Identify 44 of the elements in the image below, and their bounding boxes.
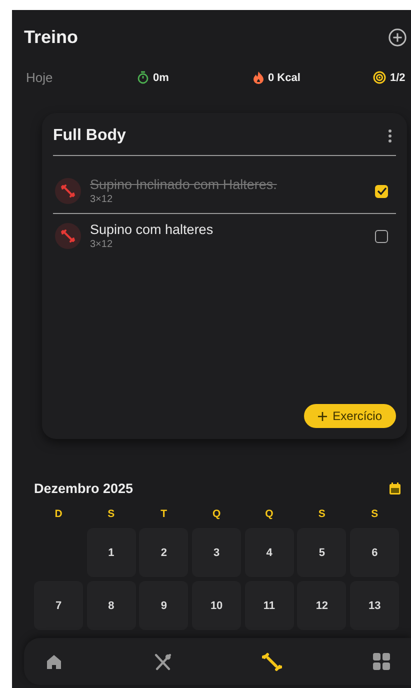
dumbbell-icon [262, 652, 282, 672]
calendar-day[interactable]: 1 [86, 528, 136, 577]
calendar-day[interactable]: 3 [192, 528, 242, 577]
add-exercise-button[interactable]: Exercício [304, 404, 396, 428]
calendar-day[interactable]: 6 [350, 528, 400, 577]
exercise-sets: 3×12 [90, 194, 114, 205]
stat-value: 0 Kcal [268, 72, 300, 84]
calendar-day[interactable]: 13 [350, 581, 400, 630]
weekday-label: Q [264, 508, 274, 520]
calendar-icon[interactable] [389, 482, 401, 495]
weekday-label: D [54, 508, 64, 520]
exercise-name: Supino com halteres [90, 222, 214, 237]
exercise-sets: 3×12 [90, 239, 114, 250]
calendar-day[interactable]: 2 [139, 528, 188, 577]
calendar-day[interactable]: 7 [34, 581, 83, 630]
workout-title: Full Body [53, 127, 126, 145]
calendar-day[interactable]: 12 [297, 581, 346, 630]
weekday-label: Q [211, 508, 222, 520]
exercise-checkbox[interactable] [375, 184, 388, 198]
weekday-label: S [317, 508, 326, 520]
dumbbell-icon [55, 223, 81, 249]
weekday-label: S [106, 508, 116, 520]
home-icon [46, 654, 62, 670]
page-title: Treino [24, 27, 78, 48]
calendar-day[interactable]: 5 [297, 528, 346, 577]
grid-icon [372, 653, 390, 670]
stat-value: 1/2 [390, 72, 406, 84]
plus-icon [318, 412, 327, 420]
stat-value: 0m [153, 72, 169, 84]
month-title: Dezembro 2025 [34, 481, 134, 496]
calendar-day[interactable]: 4 [244, 528, 294, 577]
calendar-day[interactable]: 10 [192, 581, 242, 630]
weekday-label: S [370, 508, 380, 520]
exercise-checkbox[interactable] [375, 230, 388, 242]
weekday-label: T [160, 508, 168, 520]
add-icon[interactable] [388, 28, 407, 47]
calendar-day[interactable]: 8 [86, 581, 136, 630]
stats-label: Hoje [26, 70, 54, 85]
calendar-day[interactable]: 11 [244, 581, 294, 630]
fork-spoon-icon [154, 652, 172, 670]
calendar-day[interactable]: 9 [139, 581, 188, 630]
more-icon[interactable] [388, 129, 392, 143]
dumbbell-icon [55, 178, 81, 204]
exercise-name: Supino Inclinado com Halteres. [90, 177, 278, 192]
